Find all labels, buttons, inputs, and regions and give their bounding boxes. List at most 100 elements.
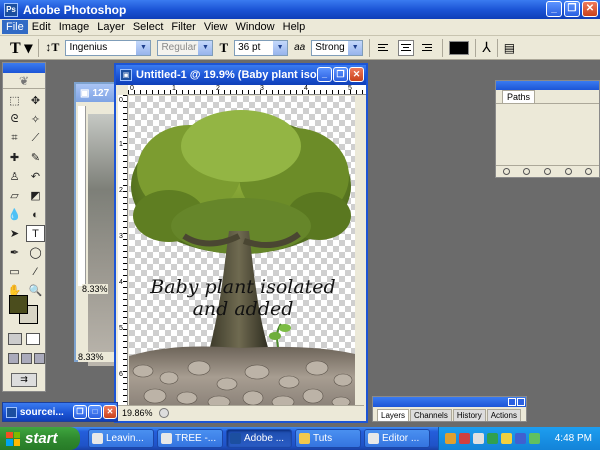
document-titlebar[interactable]: ▣ Untitled-1 @ 19.9% (Baby plant iso... …	[116, 65, 366, 85]
tab-channels[interactable]: Channels	[410, 409, 452, 421]
font-size-select[interactable]: 36 pt ▼	[234, 39, 289, 56]
canvas-caption-text[interactable]: Baby plant isolated and added	[143, 276, 343, 320]
align-center-button[interactable]	[398, 39, 415, 56]
make-work-path-icon[interactable]	[564, 168, 572, 175]
dodge-tool-icon[interactable]: ◐	[26, 206, 45, 223]
taskbar-item-active[interactable]: Adobe ...	[226, 429, 292, 448]
palette-close-button[interactable]	[517, 398, 525, 406]
document-title: Untitled-1 @ 19.9% (Baby plant iso...	[136, 69, 324, 81]
text-color-swatch[interactable]	[449, 40, 470, 55]
palette-minimize-button[interactable]	[508, 398, 516, 406]
taskbar-item[interactable]: Editor ...	[364, 429, 430, 448]
paths-palette-footer	[496, 165, 599, 177]
jump-to-imageready-button[interactable]: ⇉	[11, 373, 37, 387]
slice-tool-icon[interactable]: ⟋	[26, 130, 45, 147]
type-tool-icon[interactable]: T	[26, 225, 45, 242]
blur-tool-icon[interactable]: 💧	[5, 206, 24, 223]
tray-icon[interactable]	[501, 433, 512, 444]
document-window[interactable]: ▣ Untitled-1 @ 19.9% (Baby plant iso... …	[114, 63, 368, 423]
font-style-select[interactable]: Regular ▼	[157, 39, 214, 56]
magic-wand-tool-icon[interactable]: ✧	[26, 111, 45, 128]
color-swatches[interactable]	[9, 295, 39, 325]
tab-actions[interactable]: Actions	[486, 409, 521, 421]
full-screen-button[interactable]	[34, 353, 45, 364]
menu-view[interactable]: View	[200, 20, 232, 34]
close-button[interactable]: ✕	[103, 405, 117, 419]
eyedropper-tool-icon[interactable]: ⁄	[26, 263, 45, 280]
type-tool-preset-icon[interactable]: T ▾	[10, 38, 32, 58]
document-canvas[interactable]: Baby plant isolated and added	[129, 96, 355, 408]
tab-paths[interactable]: Paths	[502, 90, 536, 103]
menu-select[interactable]: Select	[129, 20, 168, 34]
foreground-color[interactable]	[9, 295, 28, 314]
notes-tool-icon[interactable]: ▭	[5, 263, 24, 280]
close-button[interactable]: ✕	[582, 1, 598, 17]
toolbox-header[interactable]	[3, 63, 45, 73]
document-icon	[6, 406, 17, 418]
quick-mask-modes	[8, 333, 40, 345]
healing-brush-tool-icon[interactable]: ✚	[5, 149, 24, 166]
quick-mask-button[interactable]	[26, 333, 40, 345]
full-screen-menu-button[interactable]	[21, 353, 32, 364]
tray-icon[interactable]	[459, 433, 470, 444]
align-left-button[interactable]	[376, 40, 392, 56]
maximize-button[interactable]: ❐	[564, 1, 580, 17]
maximize-button[interactable]: □	[88, 405, 102, 419]
document-zoom-level[interactable]: 19.86%	[122, 408, 153, 418]
path-selection-tool-icon[interactable]: ➤	[5, 225, 24, 242]
start-button[interactable]: start	[0, 427, 80, 450]
menu-layer[interactable]: Layer	[93, 20, 129, 34]
taskbar-item[interactable]: Tuts	[295, 429, 361, 448]
paths-list[interactable]	[498, 105, 598, 167]
taskbar-item[interactable]: TREE -...	[157, 429, 223, 448]
tab-history[interactable]: History	[452, 409, 486, 421]
menu-help[interactable]: Help	[279, 20, 310, 34]
brush-tool-icon[interactable]: ✎	[26, 149, 45, 166]
antialias-select[interactable]: Strong ▼	[311, 39, 364, 56]
move-tool-icon[interactable]: ✥	[26, 92, 45, 109]
minimized-document-window[interactable]: sourcei... ❐ □ ✕	[2, 402, 118, 422]
minimize-button[interactable]: _	[546, 1, 562, 17]
crop-tool-icon[interactable]: ⌗	[5, 130, 24, 147]
lasso-tool-icon[interactable]: ᘓ	[5, 111, 24, 128]
network-icon[interactable]	[529, 433, 540, 444]
eraser-tool-icon[interactable]: ▱	[5, 187, 24, 204]
new-path-icon[interactable]	[585, 168, 593, 175]
history-brush-tool-icon[interactable]: ↶	[26, 168, 45, 185]
fill-path-icon[interactable]	[502, 168, 510, 175]
speaker-icon[interactable]	[473, 433, 484, 444]
font-family-select[interactable]: Ingenius ▼	[65, 39, 152, 56]
paths-palette-header[interactable]	[496, 81, 599, 90]
standard-mode-button[interactable]	[8, 333, 22, 345]
document-close-button[interactable]: ✕	[349, 67, 364, 82]
document-maximize-button[interactable]: ❐	[333, 67, 348, 82]
document-minimize-button[interactable]: _	[317, 67, 332, 82]
standard-screen-button[interactable]	[8, 353, 19, 364]
menu-filter[interactable]: Filter	[167, 20, 199, 34]
tray-icon[interactable]	[445, 433, 456, 444]
shape-tool-icon[interactable]: ◯	[26, 244, 45, 261]
menu-file[interactable]: File	[2, 20, 28, 34]
adobe-feather-icon[interactable]: ❦	[3, 73, 45, 89]
layers-palette-header[interactable]	[373, 397, 526, 407]
tray-icon[interactable]	[487, 433, 498, 444]
clone-stamp-tool-icon[interactable]: ♙	[5, 168, 24, 185]
menu-window[interactable]: Window	[232, 20, 279, 34]
tab-layers[interactable]: Layers	[377, 409, 410, 421]
marquee-tool-icon[interactable]: ⬚	[5, 92, 24, 109]
text-orientation-icon[interactable]: ↕T	[45, 40, 59, 55]
taskbar-item[interactable]: Leavin...	[88, 429, 154, 448]
warp-text-icon[interactable]: ⅄	[482, 39, 491, 56]
pen-tool-icon[interactable]: ✒	[5, 244, 24, 261]
clock[interactable]: 4:48 PM	[555, 433, 592, 444]
stroke-path-icon[interactable]	[523, 168, 531, 175]
align-right-button[interactable]	[420, 40, 436, 56]
status-menu-icon[interactable]	[158, 407, 169, 418]
restore-button[interactable]: ❐	[73, 405, 87, 419]
palettes-toggle-icon[interactable]: ▤	[504, 41, 515, 55]
tray-icon[interactable]	[515, 433, 526, 444]
menu-edit[interactable]: Edit	[28, 20, 55, 34]
load-selection-icon[interactable]	[543, 168, 551, 175]
paint-bucket-tool-icon[interactable]: ◩	[26, 187, 45, 204]
menu-image[interactable]: Image	[55, 20, 94, 34]
